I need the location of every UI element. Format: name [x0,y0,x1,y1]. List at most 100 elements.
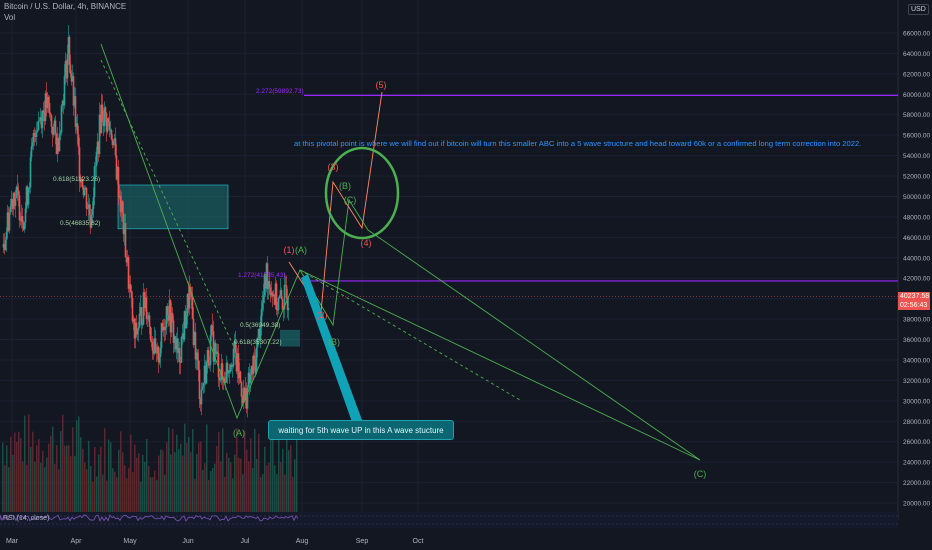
volume-bars [2,414,298,512]
volume-bar [206,424,208,512]
candle-body [255,347,258,373]
candle-body [31,142,34,147]
volume-bar [140,481,142,512]
candle-body [131,297,134,322]
volume-bar [86,469,88,512]
candle-body [178,348,181,363]
candle-body [268,280,271,288]
candle-body [171,312,174,321]
volume-bar [124,465,126,512]
candle-body [281,298,284,310]
candle-body [196,352,199,361]
candle-body [110,130,113,140]
current-price-tag: 40237.58 02:56:43 [898,292,930,310]
candle-body [69,64,72,74]
y-tick-label: 26000.00 [903,439,930,446]
candle-body [231,365,234,368]
volume-bar [116,477,118,512]
volume-bar [174,452,176,512]
candle-body [37,120,40,131]
wave-label: (3) [328,162,339,172]
volume-bar [42,450,44,512]
candle-body [208,364,211,366]
volume-bar [256,459,258,512]
candle-body [17,190,20,196]
volume-bar [122,452,124,512]
volume-bar [30,446,32,512]
candle-body [54,120,57,134]
pivot-note[interactable]: at this pivotal point is where we will f… [294,139,861,148]
candle-body [150,339,153,342]
candle-body [146,318,149,320]
y-tick-label: 36000.00 [903,337,930,344]
y-tick-label: 32000.00 [903,378,930,385]
fib-zone-lower [280,329,300,347]
volume-bar [240,458,242,512]
wave-label: (5) [376,80,387,90]
volume-bar [58,469,60,512]
candle-body [275,283,278,310]
fib-level-label: 0.618(35307.22) [234,339,282,346]
candle-body [78,147,81,180]
volume-bar [158,455,160,512]
volume-bar [168,427,170,512]
volume-label: Vol [4,13,16,22]
wave-label: (B) [339,181,351,191]
currency-button[interactable]: USD [908,4,929,15]
y-tick-label: 64000.00 [903,51,930,58]
volume-bar [52,426,54,512]
volume-bar [90,465,92,512]
candle-body [136,330,139,335]
volume-bar [220,461,222,512]
candle-body [287,308,290,310]
candle-body [63,75,66,106]
candle-body [91,208,94,215]
volume-bar [176,434,178,512]
candle-body [211,325,214,332]
volume-bar [88,440,90,512]
y-tick-label: 44000.00 [903,255,930,262]
candle-body [68,36,71,65]
volume-bar [78,416,80,512]
tradingview-chart[interactable]: 66000.00 64000.00 62000.00 60000.00 58000.00… [0,0,932,550]
volume-bar [114,471,116,512]
candle-body [224,382,227,383]
volume-bar [160,449,162,512]
volume-bar [126,478,128,512]
candle-body [14,198,17,206]
y-tick-label: 34000.00 [903,357,930,364]
candle-body [130,291,133,298]
volume-bar [294,459,296,512]
volume-bar [208,479,210,512]
fib-level-label: 0.618(51123.26) [53,176,100,183]
volume-bar [276,474,278,512]
volume-bar [286,432,288,512]
candle-body [280,290,283,299]
candle-body [121,201,124,213]
candle-body [104,107,107,114]
candle-body [92,197,95,209]
candle-body [180,336,183,363]
volume-bar [56,444,58,512]
callout-wave-note[interactable]: waiting for 5th wave UP in this A wave s… [268,420,454,440]
volume-bar [290,445,292,512]
candle-body [95,151,98,166]
x-tick-label: Sep [356,538,369,545]
volume-bar [162,450,164,512]
volume-bar [108,439,110,512]
volume-bar [60,431,62,512]
volume-bar [14,432,16,512]
y-tick-label: 56000.00 [903,133,930,140]
candle-body [36,130,39,132]
candle-body [249,374,252,384]
volume-bar [156,480,158,512]
candle-body [42,110,45,113]
candle-body [151,341,154,351]
current-price: 40237.58 [900,293,930,300]
y-tick-label: 58000.00 [903,112,930,119]
candle-body [201,386,204,390]
candle-body [112,140,115,146]
volume-bar [196,453,198,512]
volume-bar [188,436,190,512]
volume-bar [128,468,130,512]
